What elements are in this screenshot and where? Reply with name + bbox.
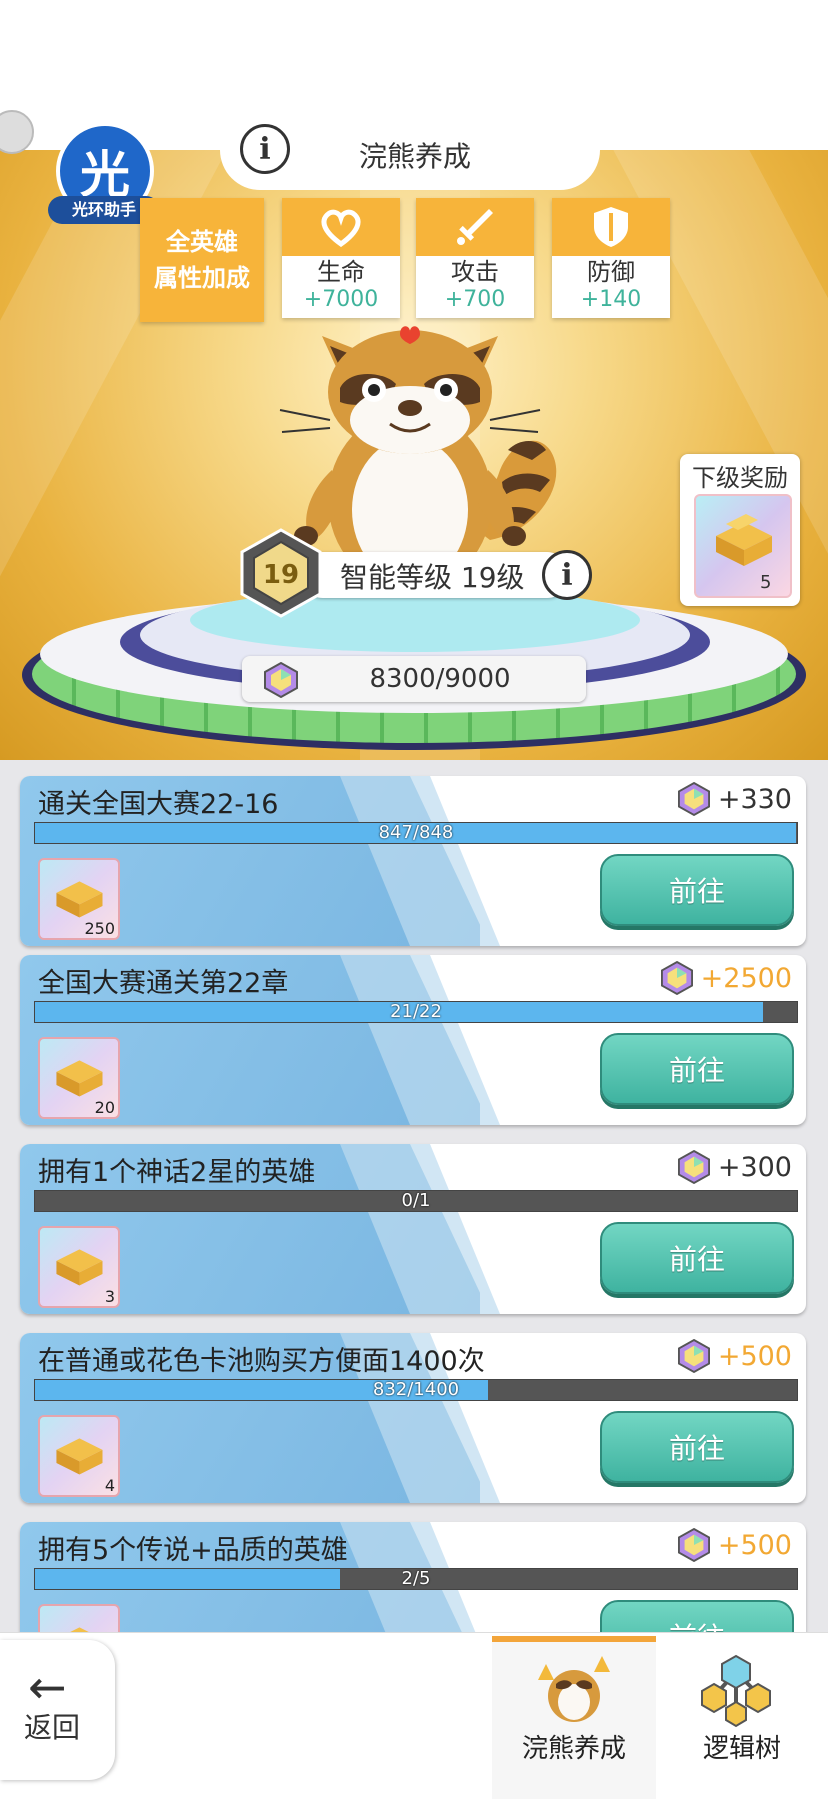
next-reward-label: 下级奖励	[692, 464, 788, 492]
stat-name-defense: 防御	[587, 258, 635, 286]
title-info-icon[interactable]: i	[240, 124, 290, 174]
bonus-label-line1: 全英雄	[166, 228, 238, 256]
gem-icon	[660, 961, 693, 995]
level-text: 智能等级 19级	[340, 561, 525, 594]
heart-icon	[321, 209, 361, 247]
gem-icon	[677, 782, 710, 816]
task-progress-text: 2/5	[401, 1568, 431, 1589]
task-title: 在普通或花色卡池购买方便面1400次	[38, 1346, 485, 1377]
bonus-label-line2: 属性加成	[154, 264, 250, 292]
noodle-block-icon	[716, 514, 772, 566]
task-title: 拥有5个传说+品质的英雄	[38, 1535, 348, 1566]
task-reward: +500	[677, 1528, 792, 1562]
all-hero-bonus-label: 全英雄 属性加成	[140, 198, 264, 322]
sword-icon	[457, 209, 493, 245]
task-progress-text: 847/848	[378, 822, 454, 843]
stat-value-hp: +7000	[303, 287, 379, 312]
task-reward-value: +500	[717, 1529, 792, 1561]
task-progress-bar: 847/848	[34, 822, 798, 844]
task-card: 拥有1个神话2星的英雄 +300 0/1 3 前往	[20, 1144, 806, 1314]
task-reward-item-icon: 250	[38, 858, 120, 940]
task-reward-item-icon: 20	[38, 1037, 120, 1119]
stat-card-hp: 生命 +7000	[282, 198, 400, 318]
task-reward-value: +2500	[700, 962, 792, 994]
gem-icon	[677, 1339, 710, 1373]
task-item-count: 20	[94, 1098, 115, 1117]
item-icon	[56, 1249, 103, 1286]
stat-card-attack: 攻击 +700	[416, 198, 534, 318]
task-item-count: 3	[104, 1287, 115, 1306]
task-card: 全国大赛通关第22章 +2500 21/22 20 前往	[20, 955, 806, 1125]
back-label: 返回	[24, 1711, 81, 1744]
stat-card-defense: 防御 +140	[552, 198, 670, 318]
task-progress-bar: 832/1400	[34, 1379, 798, 1401]
task-reward-value: +300	[717, 1151, 792, 1183]
exp-progress-text: 8300/9000	[369, 664, 511, 694]
task-title: 拥有1个神话2星的英雄	[38, 1157, 316, 1188]
task-reward-item-icon: 4	[38, 1415, 120, 1497]
next-reward-count: 5	[760, 572, 772, 593]
task-reward: +330	[677, 782, 792, 816]
stat-value-defense: +140	[580, 287, 642, 312]
task-reward-item-icon: 3	[38, 1226, 120, 1308]
task-card: 在普通或花色卡池购买方便面1400次 +500 832/1400 4 前往	[20, 1333, 806, 1503]
stat-name-hp: 生命	[317, 258, 365, 286]
task-progress-text: 0/1	[401, 1190, 431, 1211]
stat-value-attack: +700	[444, 287, 506, 312]
go-button[interactable]: 前往	[600, 854, 794, 926]
go-button[interactable]: 前往	[600, 1222, 794, 1294]
item-icon	[56, 1438, 103, 1475]
next-reward-item-icon	[694, 494, 792, 598]
task-title: 全国大赛通关第22章	[38, 968, 289, 999]
logic-tree-icon	[701, 1654, 771, 1728]
level-number: 19	[262, 560, 300, 590]
page-title: 浣熊养成	[358, 140, 471, 173]
task-reward-value: +330	[717, 783, 792, 815]
task-progress-bar: 21/22	[34, 1001, 798, 1023]
stat-name-attack: 攻击	[451, 258, 499, 286]
tab-raccoon-label: 浣熊养成	[521, 1734, 626, 1764]
shield-icon	[594, 207, 628, 247]
task-item-count: 250	[84, 919, 115, 938]
task-progress-text: 21/22	[390, 1001, 442, 1022]
level-info-icon[interactable]: i	[542, 550, 592, 600]
task-item-count: 4	[104, 1476, 115, 1495]
go-button[interactable]: 前往	[600, 1033, 794, 1105]
task-progress-bar: 0/1	[34, 1190, 798, 1212]
gem-icon	[677, 1528, 710, 1562]
gem-icon	[677, 1150, 710, 1184]
task-reward: +2500	[660, 961, 792, 995]
task-reward-value: +500	[717, 1340, 792, 1372]
task-card: 通关全国大赛22-16 +330 847/848 250 前往	[20, 776, 806, 946]
raccoon-tab-icon	[538, 1656, 610, 1722]
go-button[interactable]: 前往	[600, 1411, 794, 1483]
task-reward: +500	[677, 1339, 792, 1373]
task-title: 通关全国大赛22-16	[38, 789, 279, 820]
task-progress-bar: 2/5	[34, 1568, 798, 1590]
task-progress-text: 832/1400	[372, 1379, 460, 1400]
tab-logic-label: 逻辑树	[702, 1734, 781, 1764]
task-reward: +300	[677, 1150, 792, 1184]
